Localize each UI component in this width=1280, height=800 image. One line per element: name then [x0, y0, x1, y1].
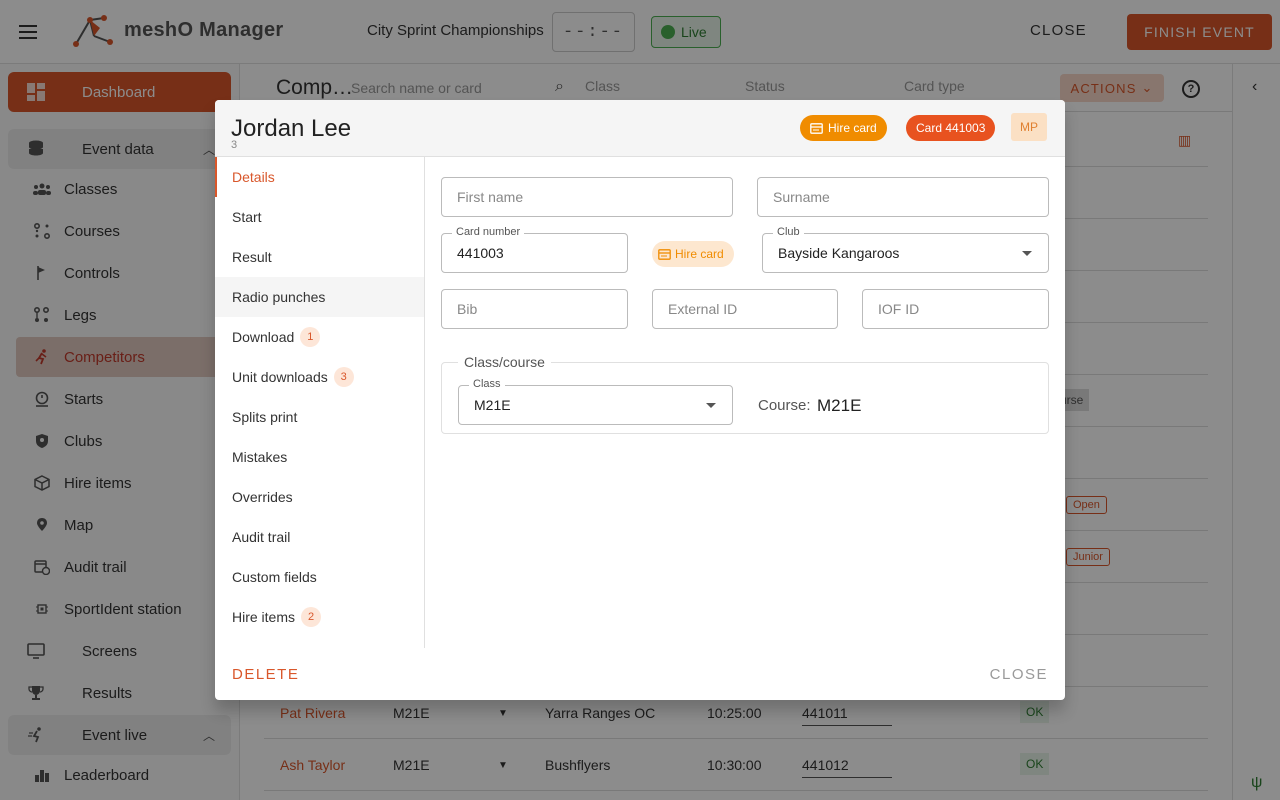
tab-unit-downloads[interactable]: Unit downloads 3: [215, 357, 424, 397]
dialog-footer: DELETE CLOSE: [215, 648, 1065, 700]
tab-start[interactable]: Start: [215, 197, 424, 237]
tab-overrides[interactable]: Overrides: [215, 477, 424, 517]
tab-label: Unit downloads: [232, 369, 328, 385]
tab-details[interactable]: Details: [215, 157, 424, 197]
card-number-chip: Card 441003: [906, 115, 996, 141]
class-select[interactable]: Class M21E: [458, 378, 733, 425]
card-number-label: Card number: [452, 226, 525, 238]
bib-field[interactable]: Bib: [441, 289, 628, 329]
class-value: M21E: [474, 397, 511, 413]
iof-id-field[interactable]: IOF ID: [862, 289, 1049, 329]
first-name-placeholder: First name: [457, 189, 524, 205]
status-mp-label: MP: [1020, 120, 1038, 134]
bib-placeholder: Bib: [457, 301, 478, 317]
surname-placeholder: Surname: [773, 189, 830, 205]
course-value: M21E: [817, 396, 862, 415]
card-number-value: 441003: [457, 245, 504, 261]
class-course-legend: Class/course: [458, 354, 551, 370]
card-number-chip-label: Card 441003: [916, 121, 986, 135]
dialog-tabs: Details Start Result Radio punches Downl…: [215, 157, 425, 648]
count-badge: 2: [301, 607, 322, 627]
course-label: Course:: [758, 397, 811, 414]
count-badge: 3: [333, 367, 354, 387]
card-icon: [658, 248, 671, 260]
tab-label: Audit trail: [232, 529, 291, 545]
external-id-placeholder: External ID: [668, 301, 738, 317]
external-id-field[interactable]: External ID: [652, 289, 838, 329]
class-label: Class: [469, 378, 505, 390]
card-number-field[interactable]: Card number 441003: [441, 226, 628, 273]
competitor-subtitle: 3: [231, 139, 238, 151]
hire-card-indicator: Hire card: [652, 241, 734, 267]
tab-download[interactable]: Download 1: [215, 317, 424, 357]
competitor-name-title: Jordan Lee: [231, 115, 352, 142]
close-button[interactable]: CLOSE: [990, 666, 1048, 683]
tab-mistakes[interactable]: Mistakes: [215, 437, 424, 477]
tab-splits-print[interactable]: Splits print: [215, 397, 424, 437]
tab-label: Result: [232, 249, 272, 265]
dialog-header: Jordan Lee 3 Hire card Card 441003 MP: [215, 100, 1065, 157]
tab-label: Splits print: [232, 409, 298, 425]
tab-label: Download: [232, 329, 295, 345]
dropdown-arrow-icon: [706, 403, 716, 408]
class-course-section: Class/course Class M21E Course: M21E: [441, 354, 1049, 434]
hire-card-chip: Hire card: [800, 115, 887, 141]
club-label: Club: [773, 226, 804, 238]
first-name-field[interactable]: First name: [441, 177, 733, 217]
tab-label: Custom fields: [232, 569, 317, 585]
tab-label: Radio punches: [232, 289, 326, 305]
iof-id-placeholder: IOF ID: [878, 301, 920, 317]
club-select[interactable]: Club Bayside Kangaroos: [762, 226, 1049, 273]
status-mp-badge: MP: [1011, 113, 1047, 141]
tab-label: Start: [232, 209, 262, 225]
card-icon: [810, 122, 823, 134]
hire-card-indicator-label: Hire card: [675, 247, 724, 261]
tab-result[interactable]: Result: [215, 237, 424, 277]
tab-label: Details: [232, 169, 275, 185]
tab-label: Mistakes: [232, 449, 288, 465]
tab-radio-punches[interactable]: Radio punches: [215, 277, 424, 317]
surname-field[interactable]: Surname: [757, 177, 1049, 217]
hire-card-chip-label: Hire card: [828, 121, 877, 135]
tab-custom-fields[interactable]: Custom fields: [215, 557, 424, 597]
delete-button[interactable]: DELETE: [232, 666, 299, 683]
tab-hire-items[interactable]: Hire items 2: [215, 597, 424, 637]
competitor-dialog: Jordan Lee 3 Hire card Card 441003 MP De…: [215, 100, 1065, 700]
count-badge: 1: [300, 327, 321, 347]
tab-label: Overrides: [232, 489, 293, 505]
dropdown-arrow-icon: [1022, 251, 1032, 256]
tab-audit-trail[interactable]: Audit trail: [215, 517, 424, 557]
club-value: Bayside Kangaroos: [778, 245, 900, 261]
tab-label: Hire items: [232, 609, 296, 625]
